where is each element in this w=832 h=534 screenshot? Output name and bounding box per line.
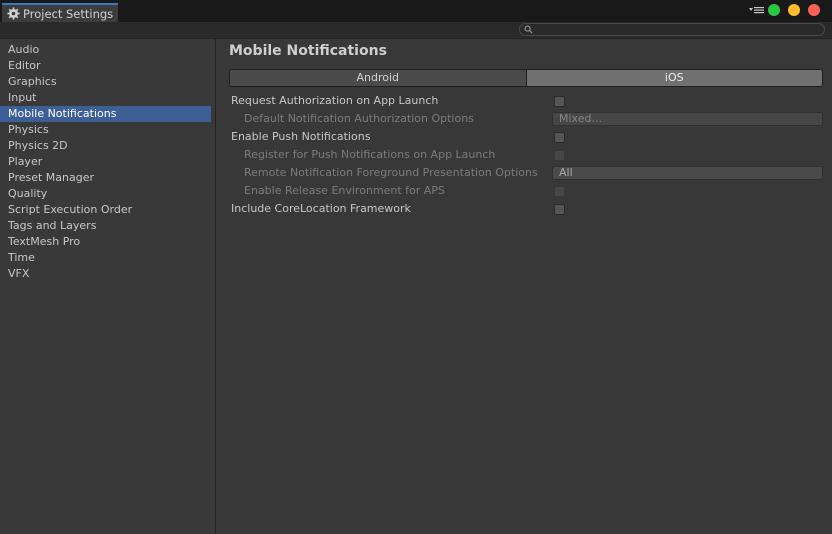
search-input[interactable]: [519, 23, 825, 36]
tab-android[interactable]: Android: [230, 70, 527, 86]
page-title: Mobile Notifications: [229, 43, 387, 59]
setting-label: Remote Notification Foreground Presentat…: [244, 166, 538, 179]
sidebar-item-input[interactable]: Input: [0, 90, 211, 106]
sidebar-item-mobile-notifications[interactable]: Mobile Notifications: [0, 106, 211, 122]
release-environment-checkbox[interactable]: [554, 186, 565, 197]
gear-icon: [7, 7, 20, 20]
register-push-checkbox[interactable]: [554, 150, 565, 161]
toolbar: [0, 22, 832, 39]
sidebar-item-physics[interactable]: Physics: [0, 122, 211, 138]
sidebar-item-textmesh-pro[interactable]: TextMesh Pro: [0, 234, 211, 250]
setting-label: Register for Push Notifications on App L…: [244, 148, 496, 161]
sidebar-item-editor[interactable]: Editor: [0, 58, 211, 74]
setting-label: Enable Release Environment for APS: [244, 184, 445, 197]
project-settings-tab[interactable]: Project Settings: [2, 3, 118, 22]
remote-foreground-dropdown[interactable]: All: [552, 166, 823, 180]
settings-panel: Mobile Notifications Android iOS Request…: [217, 39, 832, 534]
sidebar-item-vfx[interactable]: VFX: [0, 266, 211, 282]
sidebar-item-tags-and-layers[interactable]: Tags and Layers: [0, 218, 211, 234]
setting-default-authorization-options: Default Notification Authorization Optio…: [217, 111, 832, 127]
setting-label: Include CoreLocation Framework: [231, 202, 411, 215]
sidebar-item-script-execution-order[interactable]: Script Execution Order: [0, 202, 211, 218]
sidebar-item-player[interactable]: Player: [0, 154, 211, 170]
enable-push-checkbox[interactable]: [554, 132, 565, 143]
setting-release-environment: Enable Release Environment for APS: [217, 183, 832, 199]
tab-ios[interactable]: iOS: [526, 70, 822, 86]
sidebar-item-physics-2d[interactable]: Physics 2D: [0, 138, 211, 154]
search-icon: [524, 25, 533, 34]
setting-label: Request Authorization on App Launch: [231, 94, 439, 107]
sidebar-item-graphics[interactable]: Graphics: [0, 74, 211, 90]
sidebar-item-audio[interactable]: Audio: [0, 42, 211, 58]
default-authorization-options-dropdown[interactable]: Mixed...: [552, 112, 823, 126]
title-bar: Project Settings: [0, 0, 832, 22]
sidebar-item-quality[interactable]: Quality: [0, 186, 211, 202]
maximize-button[interactable]: [768, 4, 780, 16]
request-authorization-checkbox[interactable]: [554, 96, 565, 107]
setting-remote-foreground: Remote Notification Foreground Presentat…: [217, 165, 832, 181]
minimize-button[interactable]: [788, 4, 800, 16]
settings-sidebar: Audio Editor Graphics Input Mobile Notif…: [0, 39, 216, 534]
setting-core-location: Include CoreLocation Framework: [217, 201, 832, 217]
setting-register-push: Register for Push Notifications on App L…: [217, 147, 832, 163]
close-button[interactable]: [808, 4, 820, 16]
sidebar-item-time[interactable]: Time: [0, 250, 211, 266]
setting-label: Enable Push Notifications: [231, 130, 371, 143]
setting-request-authorization: Request Authorization on App Launch: [217, 93, 832, 109]
tab-title: Project Settings: [23, 6, 114, 21]
menu-icon[interactable]: [749, 6, 764, 14]
core-location-checkbox[interactable]: [554, 204, 565, 215]
sidebar-item-preset-manager[interactable]: Preset Manager: [0, 170, 211, 186]
platform-tabs: Android iOS: [229, 69, 823, 87]
setting-enable-push: Enable Push Notifications: [217, 129, 832, 145]
setting-label: Default Notification Authorization Optio…: [244, 112, 474, 125]
